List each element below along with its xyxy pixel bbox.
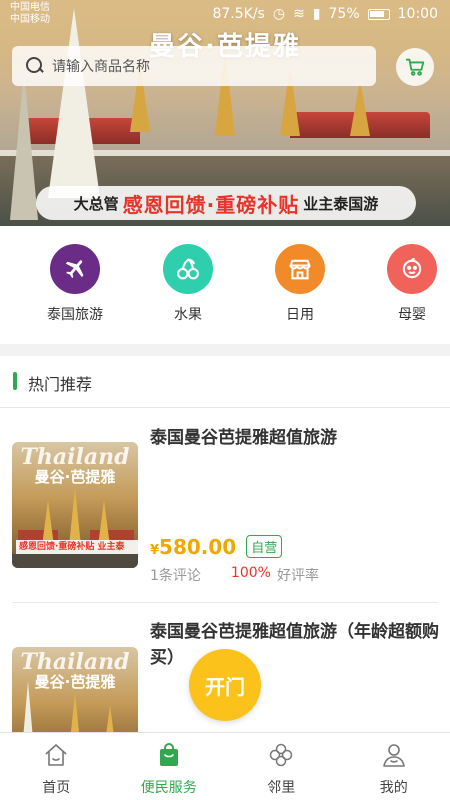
cherry-icon [177, 258, 199, 280]
cart-button[interactable] [396, 48, 434, 86]
thumb-ground [12, 554, 138, 568]
signal-icon: ▮ [312, 6, 321, 22]
nav-convenience-service[interactable]: 便民服务 [113, 733, 226, 800]
wifi-icon: ≋ [293, 6, 305, 22]
price-row: ¥ 580.00 自营 [150, 535, 283, 560]
review-row: 1条评论 100% 好评率 [150, 565, 319, 585]
category-mother-baby[interactable]: 母婴 [367, 244, 450, 324]
promo-right: 业主泰国游 [303, 194, 379, 213]
battery-percent: 75% [328, 6, 360, 22]
promo-highlight: 感恩回馈·重磅补贴 [122, 192, 300, 217]
category-thailand-travel[interactable]: 泰国旅游 [30, 244, 120, 324]
category-label: 日用 [286, 307, 314, 323]
status-right: 87.5K/s ◷ ≋ ▮ 75% 10:00 [212, 6, 438, 22]
carrier-1: 中国电信 [10, 2, 50, 13]
temple-spire [350, 80, 370, 136]
section-divider [0, 344, 450, 356]
promo-left: 大总管 [73, 194, 119, 213]
nav-home[interactable]: 首页 [0, 733, 113, 800]
search-placeholder: 请输入商品名称 [52, 59, 150, 75]
promo-banner: 大总管 感恩回馈·重磅补贴 业主泰国游 [36, 186, 416, 220]
product-thumbnail[interactable]: Thailand 曼谷·芭提雅 感恩回馈·重磅补贴 业主泰 [12, 442, 138, 568]
bottom-nav: 首页 便民服务 邻里 我的 [0, 732, 450, 800]
review-count: 1条评论 [150, 568, 201, 584]
hero-banner[interactable]: 中国电信 中国移动 87.5K/s ◷ ≋ ▮ 75% 10:00 曼谷·芭提雅… [0, 0, 450, 226]
shop-icon [289, 259, 311, 280]
thumb-spire [69, 693, 81, 732]
positive-rate-label: 好评率 [276, 568, 319, 584]
product-title[interactable]: 泰国曼谷芭提雅超值旅游（年龄超额购买） [150, 619, 440, 671]
clover-icon [270, 743, 293, 767]
thumb-city: 曼谷·芭提雅 [34, 468, 116, 486]
airplane-icon [65, 260, 84, 279]
category-label: 水果 [174, 307, 202, 323]
category-row: 泰国旅游 水果 日用 母婴 [0, 226, 450, 344]
category-icon-bg [275, 244, 325, 294]
positive-rate: 100% [230, 565, 271, 581]
nav-neighbors[interactable]: 邻里 [225, 733, 338, 800]
search-icon [24, 55, 46, 77]
category-daily[interactable]: 日用 [255, 244, 345, 324]
thumb-spire [69, 488, 81, 546]
product-thumbnail[interactable]: Thailand 曼谷·芭提雅 [12, 647, 138, 732]
self-operated-badge: 自营 [246, 535, 283, 558]
category-label: 泰国旅游 [47, 307, 103, 323]
nav-label: 我的 [379, 780, 408, 796]
baby-icon [402, 258, 422, 279]
network-speed: 87.5K/s [212, 6, 265, 22]
open-door-button[interactable]: 开门 [189, 649, 261, 721]
search-input[interactable]: 请输入商品名称 [12, 46, 376, 86]
nav-label: 便民服务 [140, 780, 197, 796]
home-icon [45, 744, 67, 766]
carrier-info: 中国电信 中国移动 [10, 2, 50, 26]
cart-icon [405, 58, 425, 76]
nav-label: 首页 [42, 780, 71, 796]
battery-icon [367, 8, 390, 20]
product-card[interactable]: Thailand 曼谷·芭提雅 感恩回馈·重磅补贴 业主泰 泰国曼谷芭提雅超值旅… [0, 409, 450, 603]
category-icon-bg [50, 244, 100, 294]
white-stupa [10, 70, 38, 220]
nav-mine[interactable]: 我的 [338, 733, 450, 800]
category-label: 母婴 [398, 307, 426, 323]
clock: 10:00 [397, 6, 438, 22]
category-fruit[interactable]: 水果 [143, 244, 233, 324]
user-icon [382, 744, 405, 767]
currency-symbol: ¥ [150, 543, 160, 558]
carrier-2: 中国移动 [10, 14, 50, 25]
category-icon-bg [163, 244, 213, 294]
product-price: 580.00 [159, 535, 237, 559]
product-title[interactable]: 泰国曼谷芭提雅超值旅游 [150, 425, 440, 451]
section-accent-bar [13, 372, 17, 390]
category-icon-bg [387, 244, 437, 294]
shopping-bag-icon [159, 743, 178, 766]
alarm-icon: ◷ [272, 6, 286, 22]
hot-recommend-header: 热门推荐 [0, 356, 450, 408]
thumb-promo: 感恩回馈·重磅补贴 业主泰 [16, 540, 138, 554]
nav-label: 邻里 [267, 780, 296, 796]
section-title: 热门推荐 [28, 375, 93, 394]
thumb-spire [104, 705, 116, 732]
thumb-stupa [22, 681, 34, 732]
